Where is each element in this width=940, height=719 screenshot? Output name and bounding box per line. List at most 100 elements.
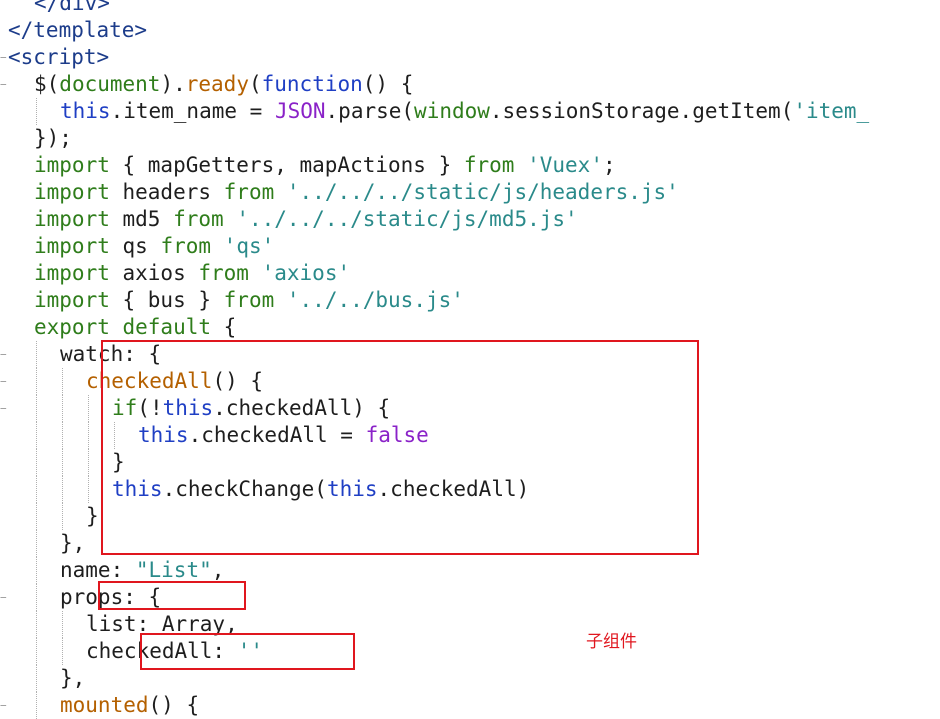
- code-token: from: [223, 288, 275, 312]
- code-token: }: [86, 504, 99, 528]
- code-line[interactable]: });: [34, 125, 72, 152]
- fold-marker-icon[interactable]: −: [0, 52, 8, 63]
- indent-guide: [62, 368, 63, 395]
- indent-guide: [62, 449, 63, 476]
- code-token: '../../../static/js/headers.js': [286, 180, 679, 204]
- indent-guide: [88, 422, 89, 449]
- code-line[interactable]: export default {: [34, 314, 236, 341]
- code-line[interactable]: name: "List",: [60, 557, 224, 584]
- code-line[interactable]: import qs from 'qs': [34, 233, 274, 260]
- code-line[interactable]: }: [86, 503, 99, 530]
- code-line[interactable]: import { bus } from '../../bus.js': [34, 287, 464, 314]
- code-token: $(: [34, 72, 60, 96]
- code-token: (: [248, 72, 262, 96]
- code-token: <script>: [8, 45, 110, 69]
- indent-guide: [36, 611, 37, 638]
- code-token: ready: [185, 72, 249, 96]
- fold-marker-icon[interactable]: −: [0, 592, 8, 603]
- code-token: export default: [34, 315, 212, 339]
- code-token: '../../bus.js': [286, 288, 464, 312]
- code-token: {: [211, 315, 237, 339]
- checkedall-prop-highlight: [140, 633, 355, 670]
- code-line[interactable]: mounted() {: [60, 692, 199, 719]
- indent-guide: [36, 557, 37, 584]
- indent-guide: [36, 476, 37, 503]
- watch-block-highlight: [101, 340, 699, 555]
- indent-guide: [62, 476, 63, 503]
- code-token: mounted: [60, 693, 149, 717]
- code-line[interactable]: },: [60, 530, 85, 557]
- code-token: md5: [109, 207, 174, 231]
- code-token: headers: [109, 180, 224, 204]
- code-line[interactable]: <script>: [8, 44, 109, 71]
- code-token: :: [110, 558, 136, 582]
- code-line[interactable]: </template>: [8, 17, 147, 44]
- fold-marker-icon[interactable]: −: [0, 403, 8, 414]
- indent-guide: [88, 476, 89, 503]
- indent-guide: [36, 584, 37, 611]
- code-token: ,: [211, 558, 225, 582]
- code-token: 'qs': [223, 234, 275, 258]
- code-token: },: [60, 531, 86, 555]
- code-token: from: [160, 234, 212, 258]
- indent-guide: [62, 638, 63, 665]
- fold-marker-icon[interactable]: −: [0, 79, 8, 90]
- code-token: document: [59, 72, 161, 96]
- code-token: import: [34, 288, 110, 312]
- code-token: .item_name =: [110, 99, 275, 123]
- indent-guide: [36, 368, 37, 395]
- indent-guide: [36, 665, 37, 692]
- code-token: 'item_: [793, 99, 870, 123]
- indent-guide: [36, 98, 37, 125]
- fold-marker-icon[interactable]: −: [0, 700, 8, 711]
- indent-guide: [36, 422, 37, 449]
- annotation-note: 子组件: [586, 632, 637, 652]
- code-token: "List": [135, 558, 212, 582]
- code-token: from: [463, 153, 515, 177]
- props-highlight: [98, 581, 246, 610]
- code-line[interactable]: $(document).ready(function() {: [34, 71, 413, 98]
- code-token: () {: [148, 693, 200, 717]
- code-token: </template>: [8, 18, 148, 42]
- code-token: JSON: [274, 99, 326, 123]
- indent-guide: [62, 422, 63, 449]
- fold-marker-icon[interactable]: −: [0, 349, 8, 360]
- code-token: },: [60, 666, 86, 690]
- indent-guide: [88, 449, 89, 476]
- code-token: '../../../static/js/md5.js': [236, 207, 578, 231]
- code-token: from: [173, 207, 224, 231]
- code-token: import: [34, 153, 110, 177]
- code-token: name: [60, 558, 111, 582]
- fold-marker-icon[interactable]: −: [0, 376, 8, 387]
- indent-guide: [62, 611, 63, 638]
- code-token: import: [34, 207, 110, 231]
- code-token: function: [261, 72, 363, 96]
- code-line[interactable]: },: [60, 665, 85, 692]
- code-line[interactable]: this.item_name = JSON.parse(window.sessi…: [60, 98, 869, 125]
- code-token: () {: [362, 72, 414, 96]
- indent-guide: [88, 395, 89, 422]
- code-token: });: [34, 126, 72, 150]
- indent-guide: [36, 530, 37, 557]
- code-token: ;: [602, 153, 616, 177]
- code-line[interactable]: import { mapGetters, mapActions } from '…: [34, 152, 616, 179]
- indent-guide: [36, 395, 37, 422]
- code-line[interactable]: import axios from 'axios': [34, 260, 350, 287]
- code-line[interactable]: import md5 from '../../../static/js/md5.…: [34, 206, 578, 233]
- indent-guide: [36, 341, 37, 368]
- code-line[interactable]: </div>: [34, 0, 110, 17]
- indent-guide: [36, 449, 37, 476]
- code-token: 'Vuex': [527, 153, 603, 177]
- code-token: axios: [109, 261, 199, 285]
- indent-guide: [36, 692, 37, 719]
- indent-guide: [36, 503, 37, 530]
- code-token: </div>: [34, 0, 110, 15]
- code-token: 'axios': [261, 261, 351, 285]
- code-line[interactable]: import headers from '../../../static/js/…: [34, 179, 679, 206]
